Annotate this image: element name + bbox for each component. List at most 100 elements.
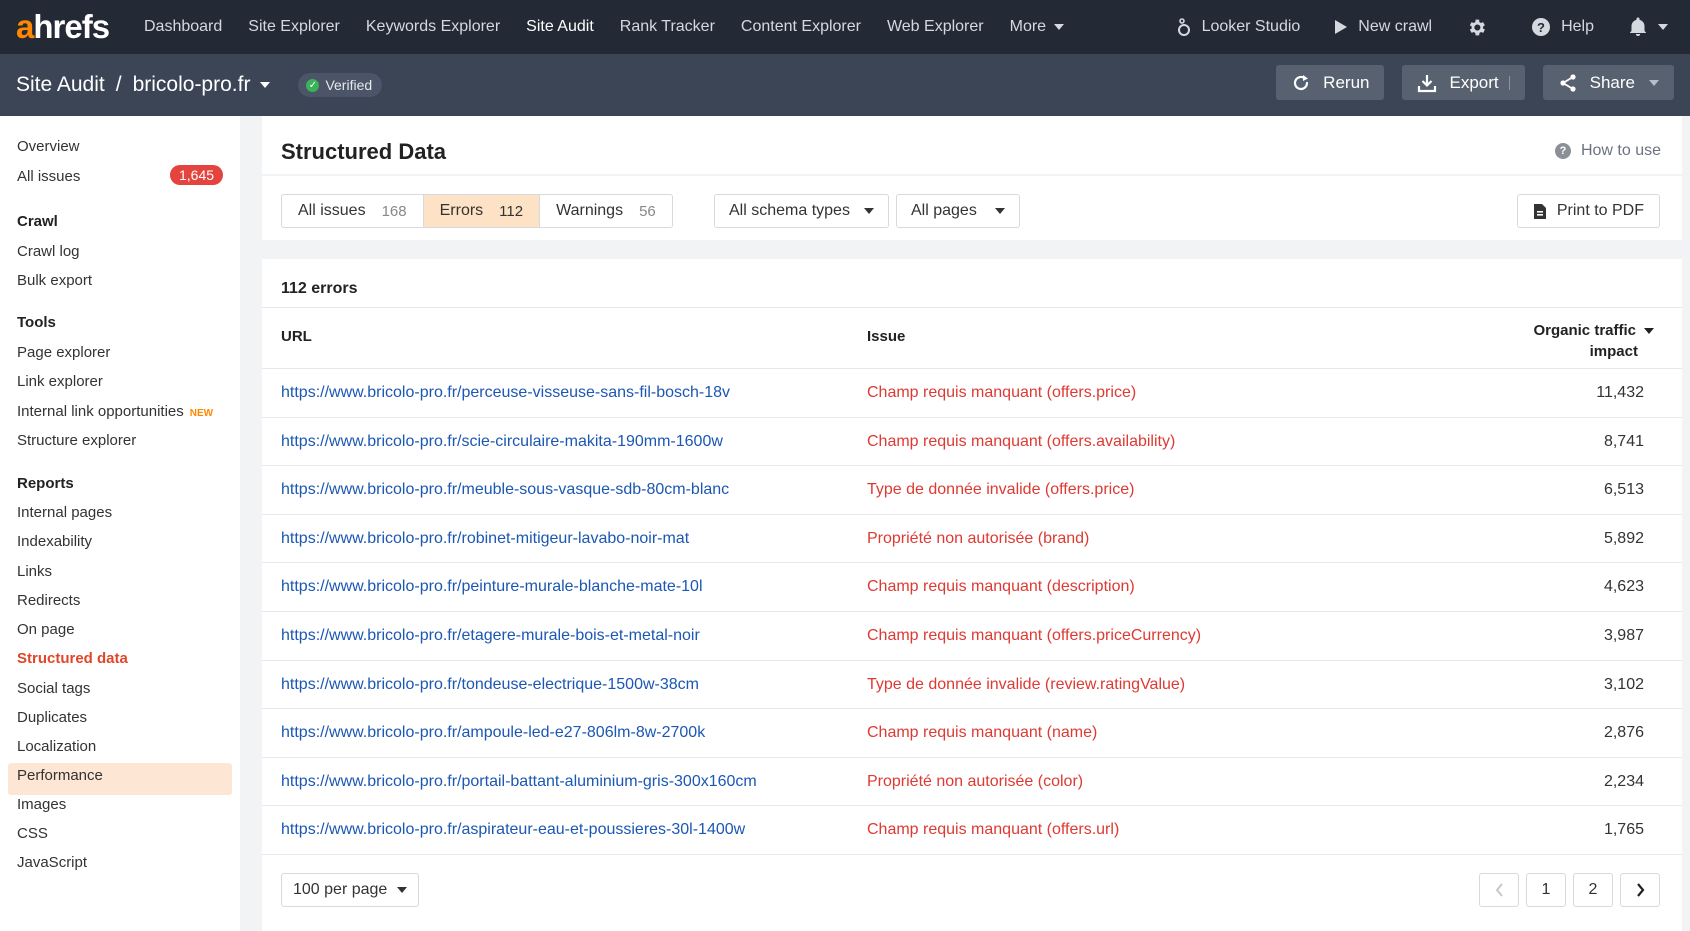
table-row: https://www.bricolo-pro.fr/scie-circulai… (262, 418, 1682, 467)
project-selector[interactable]: bricolo-pro.fr (133, 73, 271, 97)
sidebar-heading-reports: Reports (17, 475, 74, 492)
prev-page-button[interactable] (1479, 873, 1519, 907)
row-url-link[interactable]: https://www.bricolo-pro.fr/robinet-mitig… (281, 530, 689, 548)
row-url-link[interactable]: https://www.bricolo-pro.fr/tondeuse-elec… (281, 676, 699, 694)
play-icon (1335, 20, 1348, 34)
nav-dashboard[interactable]: Dashboard (144, 18, 222, 36)
sidebar-item-structured-data[interactable]: Structured data (17, 650, 128, 667)
row-url-link[interactable]: https://www.bricolo-pro.fr/perceuse-viss… (281, 384, 730, 402)
column-header-issue[interactable]: Issue (867, 328, 905, 345)
pages-dropdown[interactable]: All pages (896, 194, 1020, 228)
table-row: https://www.bricolo-pro.fr/meuble-sous-v… (262, 466, 1682, 515)
row-url-link[interactable]: https://www.bricolo-pro.fr/aspirateur-ea… (281, 821, 745, 839)
sidebar-heading-crawl: Crawl (17, 213, 58, 230)
row-url-link[interactable]: https://www.bricolo-pro.fr/ampoule-led-e… (281, 724, 705, 742)
check-icon: ✓ (306, 78, 320, 92)
sidebar-item-bulk-export[interactable]: Bulk export (17, 272, 92, 289)
chevron-down-icon (397, 887, 408, 893)
sidebar-item-redirects[interactable]: Redirects (17, 592, 80, 609)
page-button-1[interactable]: 1 (1526, 873, 1566, 907)
bell-icon (1630, 17, 1646, 37)
tab-label: Errors (439, 202, 484, 219)
sidebar-item-social-tags[interactable]: Social tags (17, 680, 90, 697)
row-traffic-impact: 3,987 (1603, 626, 1644, 644)
row-issue: Champ requis manquant (name) (867, 724, 1098, 742)
row-url-link[interactable]: https://www.bricolo-pro.fr/peinture-mura… (281, 578, 703, 596)
settings-button[interactable] (1466, 17, 1497, 38)
share-button[interactable]: Share (1542, 65, 1674, 100)
chevron-down-icon (863, 208, 874, 214)
issues-count-badge: 1,645 (170, 165, 224, 185)
ahrefs-logo[interactable]: ahrefs (16, 8, 134, 46)
row-traffic-impact: 3,102 (1603, 675, 1644, 693)
per-page-selector[interactable]: 100 per page (281, 873, 420, 907)
chevron-right-icon (1636, 883, 1644, 897)
top-navigation: ahrefs Dashboard Site Explorer Keywords … (0, 0, 1690, 54)
row-traffic-impact: 2,234 (1603, 772, 1644, 790)
column-header-traffic-impact[interactable]: Organic traffic impact (1533, 320, 1654, 362)
sidebar-item-images[interactable]: Images (17, 796, 66, 813)
tab-errors[interactable]: Errors 112 (423, 195, 541, 227)
breadcrumb-section[interactable]: Site Audit (16, 73, 105, 97)
table-row: https://www.bricolo-pro.fr/perceuse-viss… (262, 369, 1682, 418)
how-to-use-label: How to use (1580, 142, 1661, 159)
errors-table: 112 errors URL Issue Organic traffic imp… (262, 259, 1682, 931)
sidebar-item-javascript[interactable]: JavaScript (17, 854, 87, 871)
sidebar-item-internal-link-opportunities[interactable]: Internal link opportunities NEW (17, 403, 213, 420)
page-title: Structured Data (281, 139, 447, 164)
refresh-icon (1294, 74, 1309, 90)
row-url-link[interactable]: https://www.bricolo-pro.fr/scie-circulai… (281, 433, 723, 451)
nav-site-explorer[interactable]: Site Explorer (248, 18, 340, 36)
nav-keywords-explorer[interactable]: Keywords Explorer (366, 18, 500, 36)
sidebar-item-on-page[interactable]: On page (17, 621, 75, 638)
tab-warnings[interactable]: Warnings 56 (540, 195, 672, 227)
nav-site-audit[interactable]: Site Audit (526, 18, 594, 36)
sidebar-item-all-issues[interactable]: All issues (17, 168, 80, 185)
sidebar-item-overview[interactable]: Overview (17, 138, 80, 155)
row-issue: Propriété non autorisée (color) (867, 772, 1084, 790)
nav-web-explorer[interactable]: Web Explorer (887, 18, 984, 36)
table-row: https://www.bricolo-pro.fr/etagere-mural… (262, 612, 1682, 661)
nav-content-explorer[interactable]: Content Explorer (741, 18, 861, 36)
chevron-down-icon (1054, 23, 1065, 30)
help-link[interactable]: ? Help (1531, 17, 1594, 37)
rerun-button[interactable]: Rerun (1276, 65, 1385, 100)
row-traffic-impact: 5,892 (1603, 529, 1644, 547)
looker-studio-link[interactable]: Looker Studio (1176, 17, 1300, 37)
sidebar-item-structure-explorer[interactable]: Structure explorer (17, 432, 136, 449)
how-to-use-link[interactable]: ? How to use (1554, 142, 1661, 160)
row-url-link[interactable]: https://www.bricolo-pro.fr/portail-batta… (281, 773, 757, 791)
sidebar-item-internal-pages[interactable]: Internal pages (17, 504, 112, 521)
print-to-pdf-button[interactable]: Print to PDF (1516, 194, 1660, 228)
sidebar-item-crawl-log[interactable]: Crawl log (17, 243, 80, 260)
row-issue: Type de donnée invalide (offers.price) (867, 481, 1135, 499)
tab-count: 56 (639, 202, 656, 220)
sidebar-item-performance[interactable]: Performance (17, 767, 103, 784)
help-icon: ? (1532, 18, 1551, 36)
sidebar-item-link-explorer[interactable]: Link explorer (17, 373, 103, 390)
sidebar-item-links[interactable]: Links (17, 563, 52, 580)
next-page-button[interactable] (1620, 873, 1660, 907)
dropdown-value: All schema types (729, 202, 850, 219)
sidebar-item-page-explorer[interactable]: Page explorer (17, 344, 110, 361)
top-right-actions: Looker Studio New crawl ? Help (1176, 0, 1690, 54)
column-header-url[interactable]: URL (281, 328, 312, 345)
row-url-link[interactable]: https://www.bricolo-pro.fr/meuble-sous-v… (281, 481, 729, 499)
nav-rank-tracker[interactable]: Rank Tracker (620, 18, 715, 36)
row-url-link[interactable]: https://www.bricolo-pro.fr/etagere-mural… (281, 627, 700, 645)
new-crawl-button[interactable]: New crawl (1334, 18, 1432, 36)
nav-more-menu[interactable]: More (1010, 18, 1065, 36)
schema-type-dropdown[interactable]: All schema types (714, 194, 889, 228)
page-button-2[interactable]: 2 (1573, 873, 1613, 907)
table-row: https://www.bricolo-pro.fr/ampoule-led-e… (262, 709, 1682, 758)
row-traffic-impact: 6,513 (1603, 481, 1644, 499)
notifications-button[interactable] (1628, 17, 1668, 37)
results-count: 112 errors (281, 280, 358, 297)
sidebar-item-duplicates[interactable]: Duplicates (17, 709, 87, 726)
sidebar-item-localization[interactable]: Localization (17, 738, 96, 755)
share-label: Share (1589, 72, 1635, 92)
export-button[interactable]: Export (1402, 65, 1525, 100)
tab-all-issues[interactable]: All issues 168 (282, 195, 424, 227)
sidebar-item-indexability[interactable]: Indexability (17, 533, 92, 550)
sidebar-item-css[interactable]: CSS (17, 825, 48, 842)
